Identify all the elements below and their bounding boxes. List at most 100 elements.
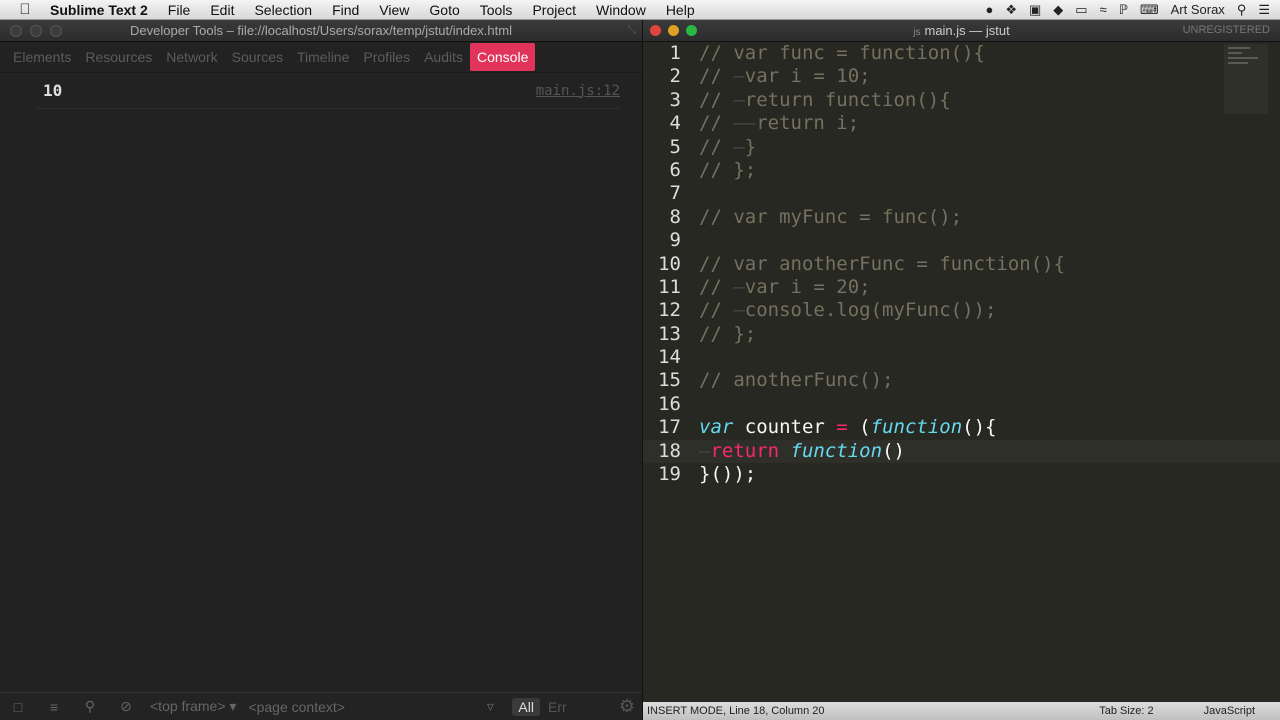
line-code: // var myFunc = func(); [699, 205, 963, 228]
line-code: // —return function(){ [699, 88, 951, 111]
wifi-icon[interactable]: ≈ [1100, 2, 1107, 17]
tab-audits[interactable]: Audits [417, 43, 470, 71]
dropbox-icon[interactable]: ❖ [1005, 2, 1017, 18]
menu-goto[interactable]: Goto [419, 2, 469, 18]
menu-find[interactable]: Find [322, 2, 369, 18]
line-code: // anotherFunc(); [699, 369, 894, 392]
menu-help[interactable]: Help [656, 2, 705, 18]
menu-app-name[interactable]: Sublime Text 2 [50, 2, 158, 18]
line-number: 18 [658, 439, 681, 462]
line-number: 9 [669, 229, 681, 252]
code-line[interactable]: 8 // var myFunc = func(); [643, 206, 1280, 229]
code-line[interactable]: 3 // —return function(){ [643, 89, 1280, 112]
user-name[interactable]: Art Sorax [1171, 2, 1225, 17]
code-line[interactable]: 18 —return function() [643, 439, 1280, 464]
evernote-icon[interactable]: ● [985, 2, 993, 17]
code-line[interactable]: 9 [643, 229, 1280, 252]
tab-elements[interactable]: Elements [6, 43, 78, 71]
frame-select[interactable]: <top frame> ▾ [144, 698, 242, 715]
line-number: 1 [669, 42, 681, 64]
js-file-icon: js [913, 27, 921, 38]
airplay-icon[interactable]: ▭ [1075, 2, 1087, 18]
menu-window[interactable]: Window [586, 2, 656, 18]
keyboard-icon[interactable]: ⌨ [1140, 2, 1159, 18]
gear-icon[interactable]: ⚙ [612, 696, 642, 717]
code-line[interactable]: 19 }()); [643, 463, 1280, 486]
menu-edit[interactable]: Edit [200, 2, 244, 18]
unregistered-label: UNREGISTERED [1182, 24, 1270, 36]
fullscreen-icon[interactable]: ⤡ [627, 24, 636, 37]
tab-size-button[interactable]: Tab Size: 2 [1099, 705, 1153, 717]
clear-console-icon[interactable]: ⊘ [108, 698, 144, 715]
code-line[interactable]: 7 [643, 182, 1280, 205]
line-number: 2 [669, 65, 681, 88]
code-line[interactable]: 12 // —console.log(myFunc()); [643, 299, 1280, 322]
code-line[interactable]: 6 // }; [643, 159, 1280, 182]
filter-errors-button[interactable]: Err [548, 699, 567, 715]
tab-sources[interactable]: Sources [225, 43, 290, 71]
minimap[interactable] [1224, 44, 1268, 114]
line-number: 17 [658, 416, 681, 439]
filter-icon[interactable]: ▿ [472, 698, 508, 715]
tab-profiles[interactable]: Profiles [356, 43, 417, 71]
sublime-title-text: main.js — jstut [924, 23, 1010, 38]
dock-icon[interactable]: □ [0, 699, 36, 715]
line-code: // —} [699, 135, 757, 158]
code-line[interactable]: 15 // anotherFunc(); [643, 369, 1280, 392]
line-code: // —var i = 10; [699, 65, 871, 88]
tab-resources[interactable]: Resources [78, 43, 159, 71]
apple-icon[interactable]:  [0, 1, 50, 18]
code-line[interactable]: 14 [643, 346, 1280, 369]
line-number: 19 [658, 463, 681, 486]
line-number: 15 [658, 369, 681, 392]
menu-tools[interactable]: Tools [470, 2, 523, 18]
line-code: // }; [699, 322, 757, 345]
line-number: 11 [658, 275, 681, 298]
line-code: // }; [699, 158, 757, 181]
line-number: 7 [669, 182, 681, 205]
code-icon[interactable]: ◆ [1053, 2, 1063, 18]
code-line[interactable]: 4 // ——return i; [643, 112, 1280, 135]
code-line[interactable]: 2 // —var i = 10; [643, 65, 1280, 88]
context-select[interactable]: <page context> [242, 699, 472, 715]
line-number: 8 [669, 205, 681, 228]
code-line[interactable]: 11 // —var i = 20; [643, 276, 1280, 299]
search-icon[interactable]: ⚲ [72, 698, 108, 715]
devtools-title: Developer Tools – file://localhost/Users… [130, 23, 512, 38]
tab-console[interactable]: Console [470, 43, 536, 71]
code-line[interactable]: 16 [643, 393, 1280, 416]
code-line[interactable]: 1 // var func = function(){ [643, 42, 1280, 65]
tab-timeline[interactable]: Timeline [290, 43, 356, 71]
screen-icon[interactable]: ▣ [1029, 2, 1041, 18]
console-source-link[interactable]: main.js:12 [536, 83, 620, 99]
line-code: // var anotherFunc = function(){ [699, 252, 1066, 275]
status-mode: INSERT MODE, Line 18, Column 20 [647, 705, 825, 717]
filter-all-button[interactable]: All [512, 697, 540, 716]
frame-select-label: <top frame> [150, 698, 226, 714]
menu-file[interactable]: File [158, 2, 201, 18]
syntax-button[interactable]: JavaScript [1204, 705, 1255, 717]
menu-selection[interactable]: Selection [244, 2, 322, 18]
tab-network[interactable]: Network [159, 43, 224, 71]
drawer-icon[interactable]: ≡ [36, 699, 72, 715]
code-line[interactable]: 10 // var anotherFunc = function(){ [643, 253, 1280, 276]
console-message: 10 main.js:12 [36, 73, 620, 109]
code-line[interactable]: 13 // }; [643, 323, 1280, 346]
line-number: 13 [658, 322, 681, 345]
line-number: 4 [669, 112, 681, 135]
devtools-window: Developer Tools – file://localhost/Users… [0, 20, 642, 720]
menu-project[interactable]: Project [522, 2, 586, 18]
line-code: }()); [699, 463, 757, 486]
menu-view[interactable]: View [369, 2, 419, 18]
spotlight-search-icon[interactable]: ⚲ [1237, 2, 1247, 18]
notification-center-icon[interactable]: ☰ [1258, 2, 1270, 18]
code-editor[interactable]: 1 // var func = function(){2 // —var i = 1… [643, 42, 1280, 702]
code-line[interactable]: 5 // —} [643, 136, 1280, 159]
line-code: // ——return i; [699, 112, 860, 135]
bluetooth-icon[interactable]: ℙ [1119, 2, 1128, 18]
context-select-label: <page context> [248, 698, 345, 715]
line-number: 16 [658, 392, 681, 415]
code-line[interactable]: 17 var counter = (function(){ [643, 416, 1280, 439]
